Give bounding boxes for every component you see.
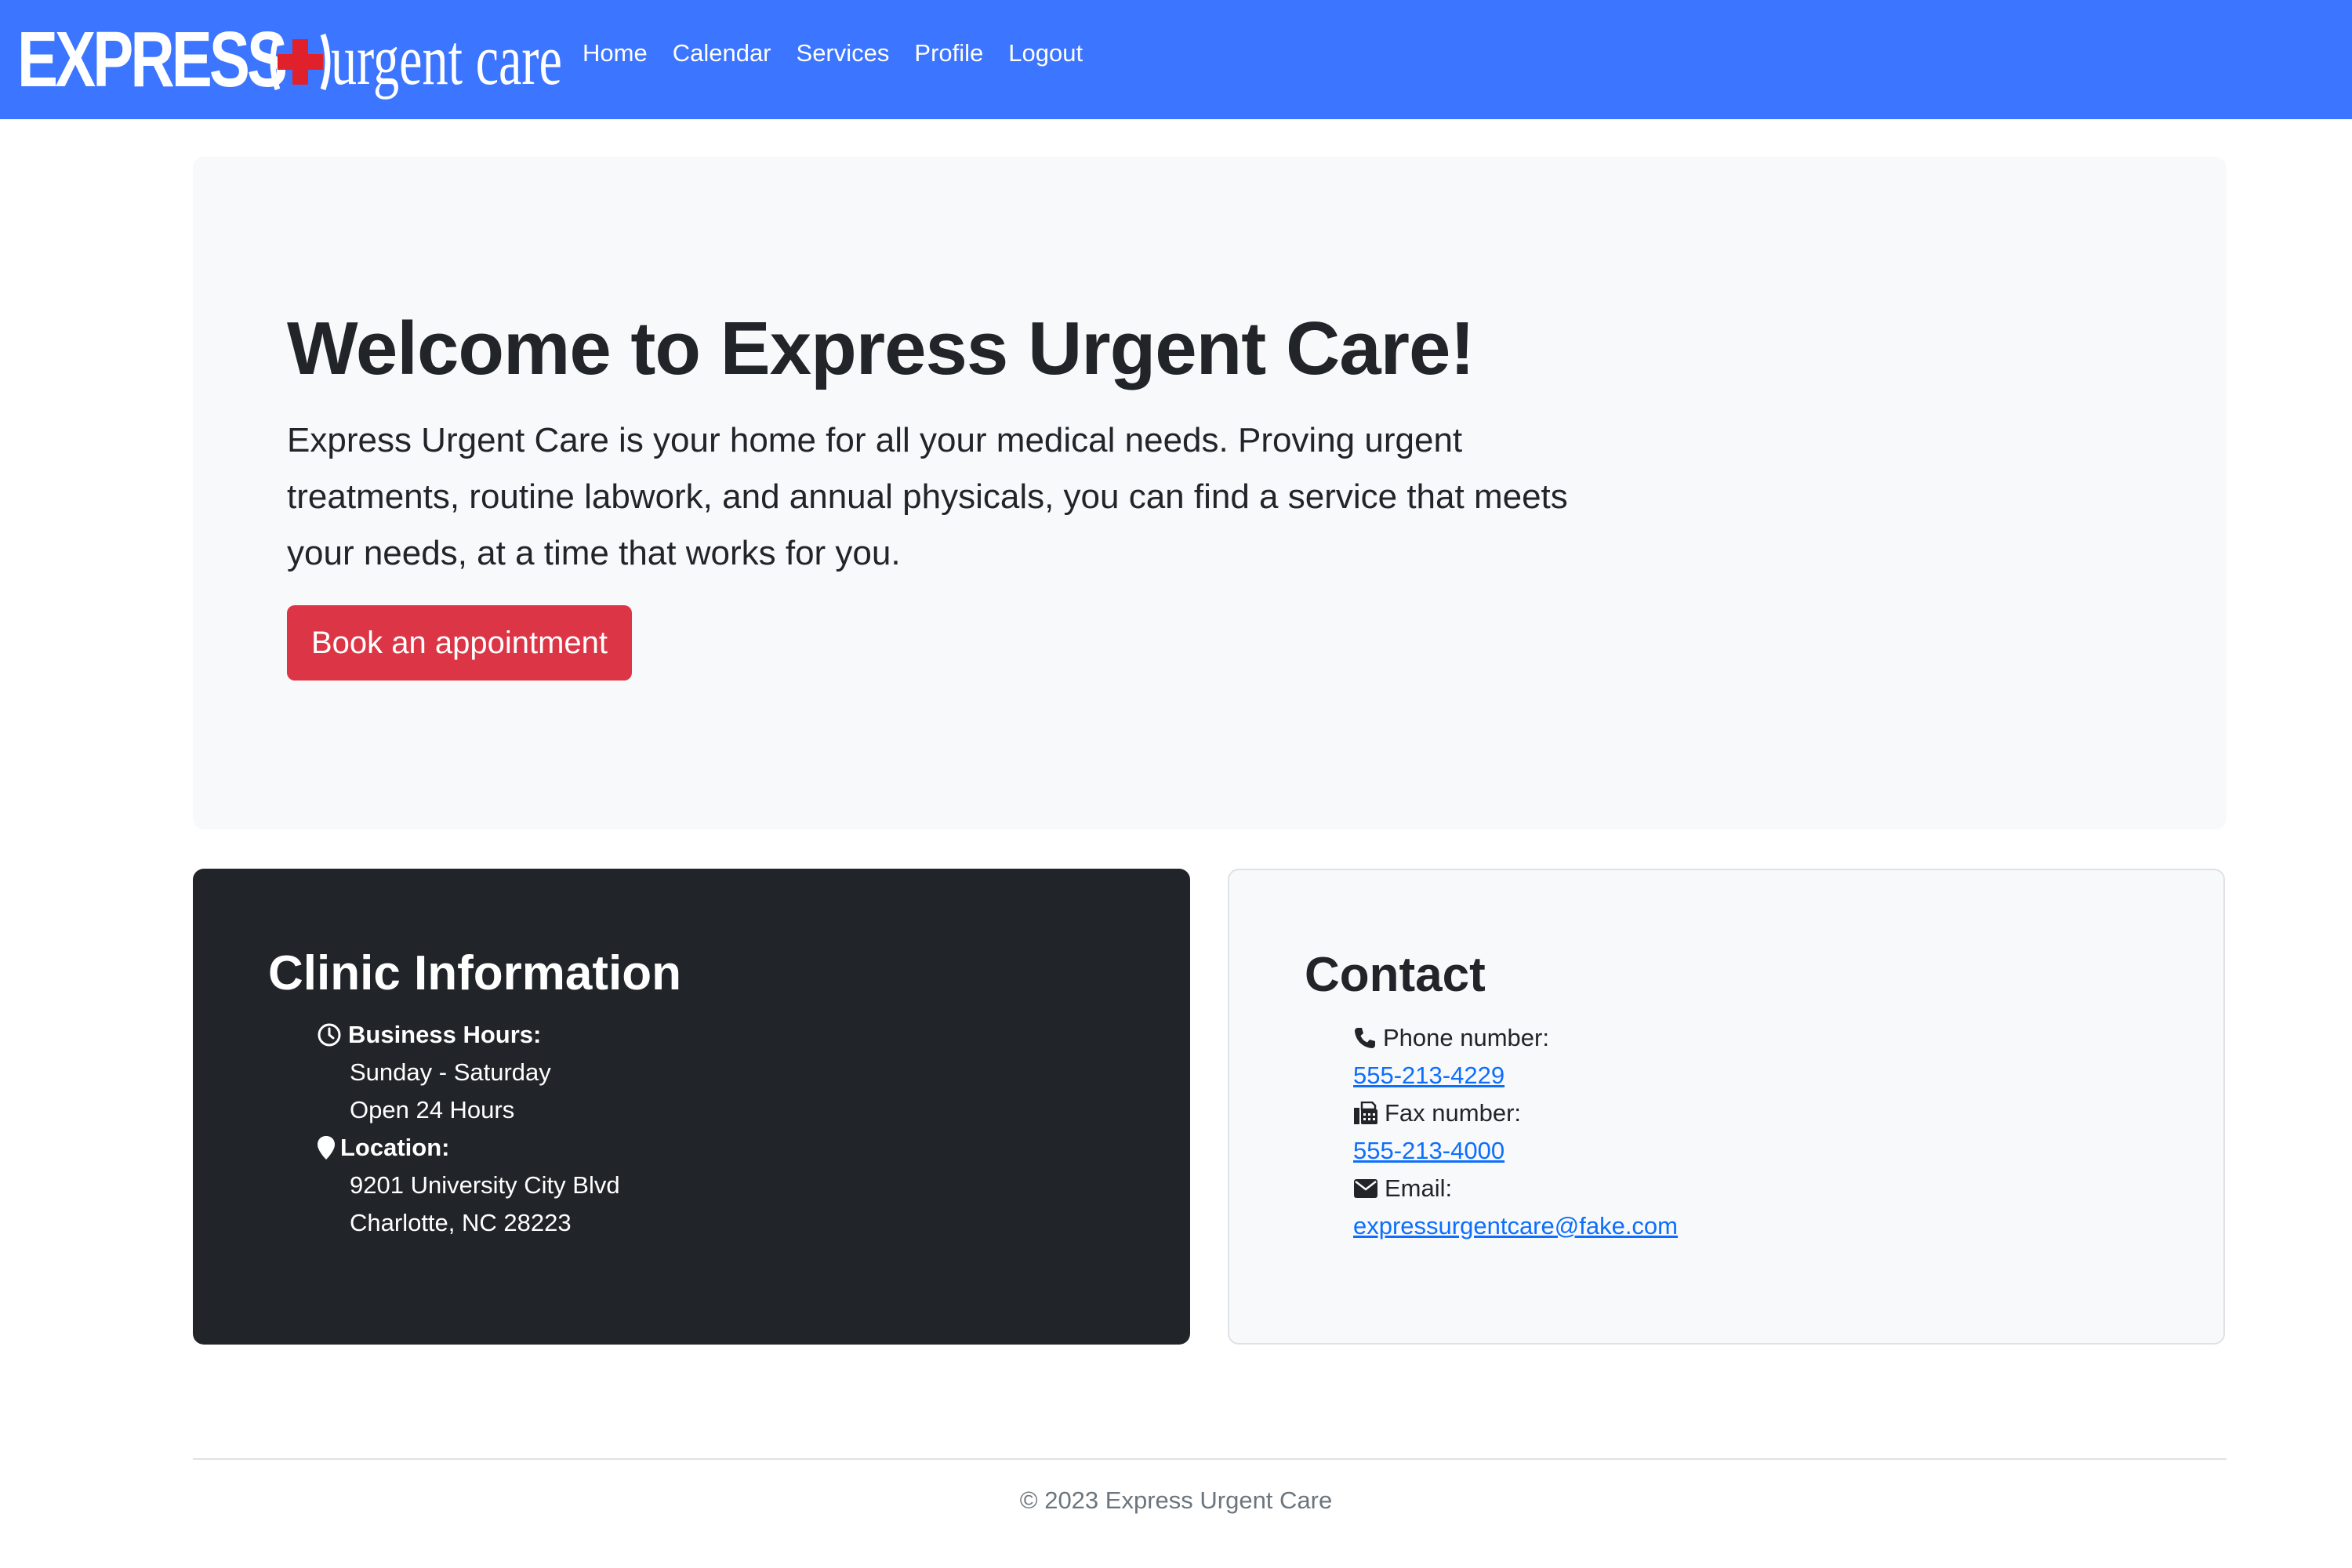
logo-urgent-care-text: urgent care xyxy=(331,20,562,100)
footer-copyright: © 2023 Express Urgent Care xyxy=(1019,1486,1333,1514)
address-line-1: 9201 University City Blvd xyxy=(350,1171,620,1199)
fax-number-link[interactable]: 555-213-4000 xyxy=(1353,1137,1504,1165)
nav-home-link[interactable]: Home xyxy=(583,39,648,67)
top-navbar: EXPRESS urgent care Home Calendar Servic… xyxy=(0,0,2352,119)
contact-card: Contact Phone number: 555-213-4229 Fax n… xyxy=(1228,869,2225,1345)
phone-label: Phone number: xyxy=(1383,1024,1549,1051)
location-label: Location: xyxy=(340,1134,450,1161)
phone-number-link[interactable]: 555-213-4229 xyxy=(1353,1062,1504,1090)
nav-calendar-link[interactable]: Calendar xyxy=(673,39,771,67)
fax-label: Fax number: xyxy=(1385,1099,1522,1127)
express-urgent-care-logo[interactable]: EXPRESS urgent care xyxy=(17,16,562,103)
logo-express-text: EXPRESS xyxy=(17,16,288,103)
email-link[interactable]: expressurgentcare@fake.com xyxy=(1353,1212,1678,1240)
business-hours-label: Business Hours: xyxy=(348,1021,542,1048)
address-line-2: Charlotte, NC 28223 xyxy=(350,1209,572,1236)
footer-divider xyxy=(193,1458,2227,1460)
nav-profile-link[interactable]: Profile xyxy=(914,39,983,67)
phone-icon xyxy=(1353,1026,1377,1050)
map-pin-icon xyxy=(317,1134,336,1161)
hero-title: Welcome to Express Urgent Care! xyxy=(287,307,1475,390)
book-appointment-button[interactable]: Book an appointment xyxy=(287,605,632,681)
hero-description: Express Urgent Care is your home for all… xyxy=(287,421,1568,572)
clinic-information-title: Clinic Information xyxy=(268,946,681,1000)
hero-jumbotron: Welcome to Express Urgent Care! Express … xyxy=(193,157,2227,829)
email-link-row: expressurgentcare@fake.com xyxy=(1353,1212,1678,1240)
fax-link-row: 555-213-4000 xyxy=(1353,1137,1504,1165)
email-label: Email: xyxy=(1385,1174,1453,1202)
nav-logout-link[interactable]: Logout xyxy=(1008,39,1083,67)
contact-title: Contact xyxy=(1305,948,1486,1002)
clinic-information-card: Clinic Information Business Hours: Sunda… xyxy=(193,869,1190,1345)
nav-services-link[interactable]: Services xyxy=(797,39,890,67)
clock-icon xyxy=(317,1022,342,1047)
phone-row: Phone number: xyxy=(1353,1024,1549,1052)
business-hours-row: Business Hours: xyxy=(317,1021,541,1049)
phone-link-row: 555-213-4229 xyxy=(1353,1062,1504,1090)
email-row: Email: xyxy=(1353,1174,1452,1203)
business-days: Sunday - Saturday xyxy=(350,1058,551,1086)
nav-links: Home Calendar Services Profile Logout xyxy=(583,39,1083,67)
medical-cross-icon xyxy=(270,33,331,91)
location-row: Location: xyxy=(317,1134,450,1162)
fax-icon xyxy=(1353,1102,1378,1125)
business-hours-value: Open 24 Hours xyxy=(350,1096,515,1123)
envelope-icon xyxy=(1353,1178,1378,1199)
fax-row: Fax number: xyxy=(1353,1099,1521,1127)
